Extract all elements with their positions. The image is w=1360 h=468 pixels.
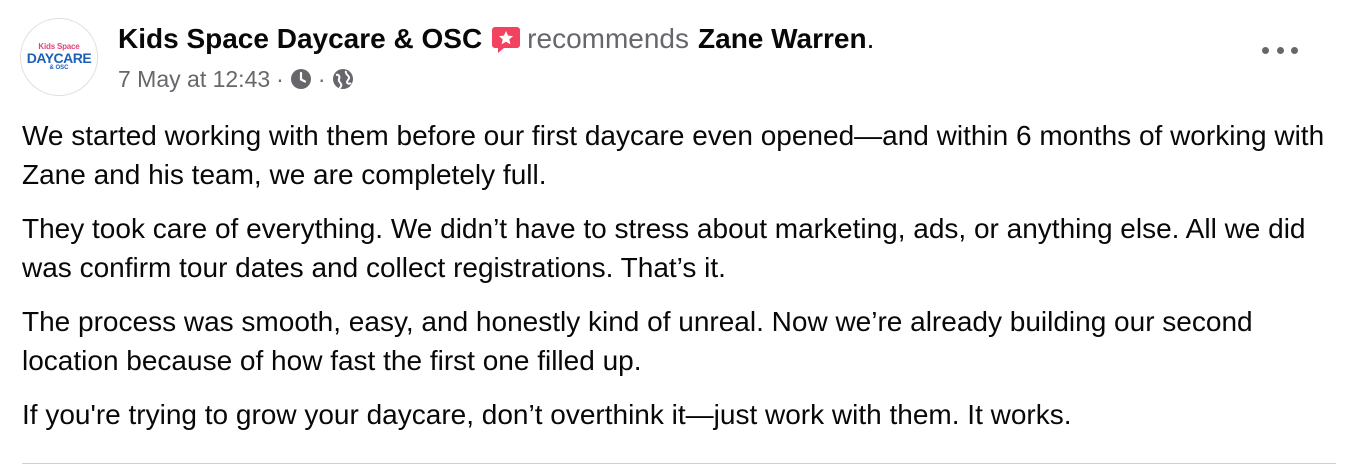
post-meta: 7 May at 12:43 · ·	[118, 64, 354, 94]
more-options-icon[interactable]	[1262, 40, 1298, 60]
recommended-name-link[interactable]: Zane Warren	[698, 22, 867, 56]
post-card: Kids Space DAYCARE & OSC Kids Space Dayc…	[0, 0, 1360, 468]
page-name-link[interactable]: Kids Space Daycare & OSC	[118, 22, 482, 56]
post-timestamp-link[interactable]: 7 May at 12:43	[118, 64, 270, 94]
meta-separator-2: ·	[317, 66, 326, 92]
post-paragraph-4: If you're trying to grow your daycare, d…	[22, 399, 1072, 430]
header-period: .	[866, 23, 875, 54]
post-paragraph-3: The process was smooth, easy, and honest…	[22, 306, 1253, 376]
post-paragraph-1: We started working with them before our …	[22, 120, 1325, 190]
post-body: We started working with them before our …	[22, 116, 1332, 449]
globe-icon[interactable]	[332, 68, 354, 90]
avatar-text-line3: & OSC	[49, 65, 69, 71]
recommends-text: recommends	[527, 23, 690, 54]
post-paragraph-2: They took care of everything. We didn’t …	[22, 213, 1306, 283]
post-divider	[22, 463, 1336, 464]
avatar-text-line2: DAYCARE	[26, 50, 92, 66]
post-header: Kids Space Daycare & OSC recommends Zane…	[118, 22, 874, 56]
meta-separator: ·	[276, 66, 284, 92]
clock-icon	[290, 68, 312, 90]
recommendation-star-icon	[491, 24, 521, 54]
page-avatar[interactable]: Kids Space DAYCARE & OSC	[20, 18, 98, 96]
